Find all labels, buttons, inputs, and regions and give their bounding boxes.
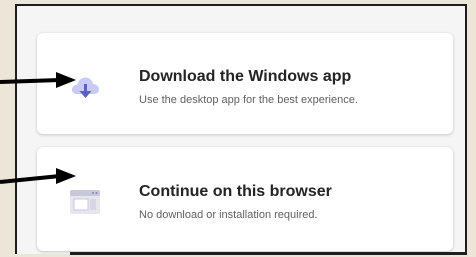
continue-in-browser-option[interactable]: Continue on this browser No download or …: [37, 147, 453, 251]
launch-options-panel: Download the Windows app Use the desktop…: [15, 4, 467, 254]
annotation-arrow: [0, 72, 76, 88]
download-windows-app-option[interactable]: Download the Windows app Use the desktop…: [37, 33, 453, 134]
download-option-subtitle: Use the desktop app for the best experie…: [139, 94, 358, 106]
browser-option-title: Continue on this browser: [139, 183, 332, 200]
panel-bottom-border: [70, 252, 467, 255]
download-option-title: Download the Windows app: [139, 68, 352, 85]
browser-option-subtitle: No download or installation required.: [139, 209, 318, 221]
annotation-arrow: [0, 168, 76, 184]
browser-window-icon: [70, 190, 100, 214]
